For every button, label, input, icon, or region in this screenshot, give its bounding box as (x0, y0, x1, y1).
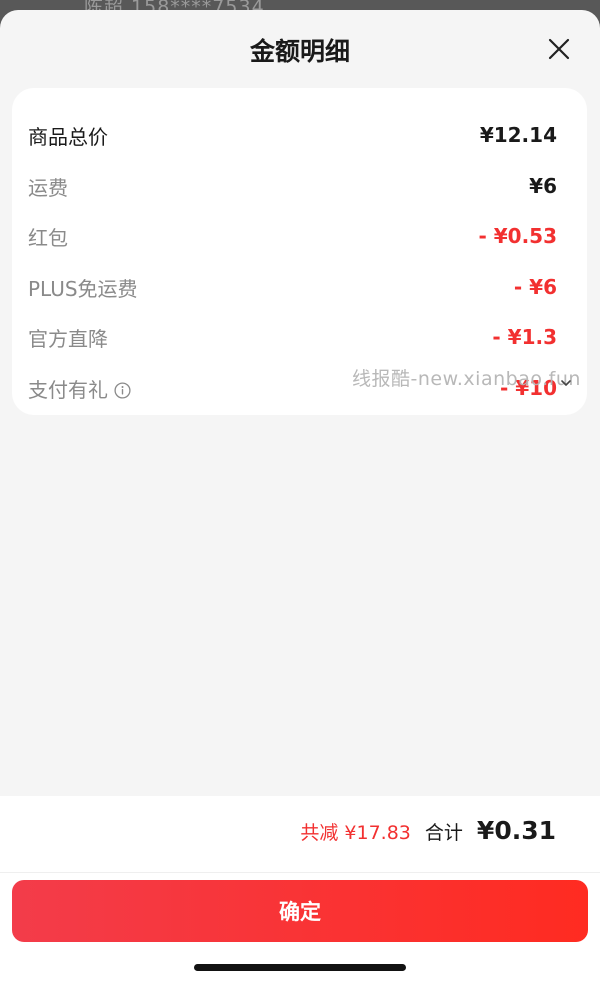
info-icon[interactable] (114, 380, 131, 399)
row-value: - ¥1.3 (492, 325, 557, 349)
sheet-title: 金额明细 (249, 37, 350, 66)
amount-detail-sheet: 金额明细 商品总价 ¥12.14 运费 ¥6 红包 - ¥0.53 PLUS免运… (0, 10, 600, 984)
row-value: ¥6 (529, 174, 557, 198)
row-label: 支付有礼 (28, 374, 131, 403)
row-label: 官方直降 (28, 326, 108, 351)
sheet-footer: 共减 ¥17.83 合计 ¥0.31 确定 (0, 796, 600, 984)
row-label: 红包 (28, 225, 68, 250)
row-shipping: 运费 ¥6 (28, 166, 557, 206)
total-summary: 共减 ¥17.83 合计 ¥0.31 (300, 816, 556, 845)
total-amount: ¥0.31 (476, 816, 556, 845)
row-value: - ¥6 (513, 275, 557, 299)
sheet-header: 金额明细 (0, 10, 600, 88)
row-label-text: 支付有礼 (28, 377, 108, 402)
chevron-down-icon[interactable] (560, 374, 572, 386)
row-label: PLUS免运费 (28, 276, 138, 301)
total-saved-text: 共减 ¥17.83 (300, 822, 411, 844)
row-label: 运费 (28, 175, 68, 200)
row-red-packet: 红包 - ¥0.53 (28, 216, 557, 256)
row-official-discount: 官方直降 - ¥1.3 (28, 317, 557, 357)
row-value: ¥12.14 (479, 123, 557, 147)
row-value: - ¥0.53 (478, 224, 557, 248)
row-plus-free-shipping: PLUS免运费 - ¥6 (28, 267, 557, 307)
watermark-text: 线报酷-new.xianbao.fun (352, 368, 581, 390)
home-indicator (194, 964, 406, 971)
row-label: 商品总价 (28, 124, 108, 149)
total-label: 合计 (424, 822, 463, 844)
row-goods-total: 商品总价 ¥12.14 (28, 115, 557, 155)
confirm-button[interactable]: 确定 (12, 880, 588, 942)
footer-divider (0, 872, 600, 873)
close-icon[interactable] (548, 38, 570, 60)
